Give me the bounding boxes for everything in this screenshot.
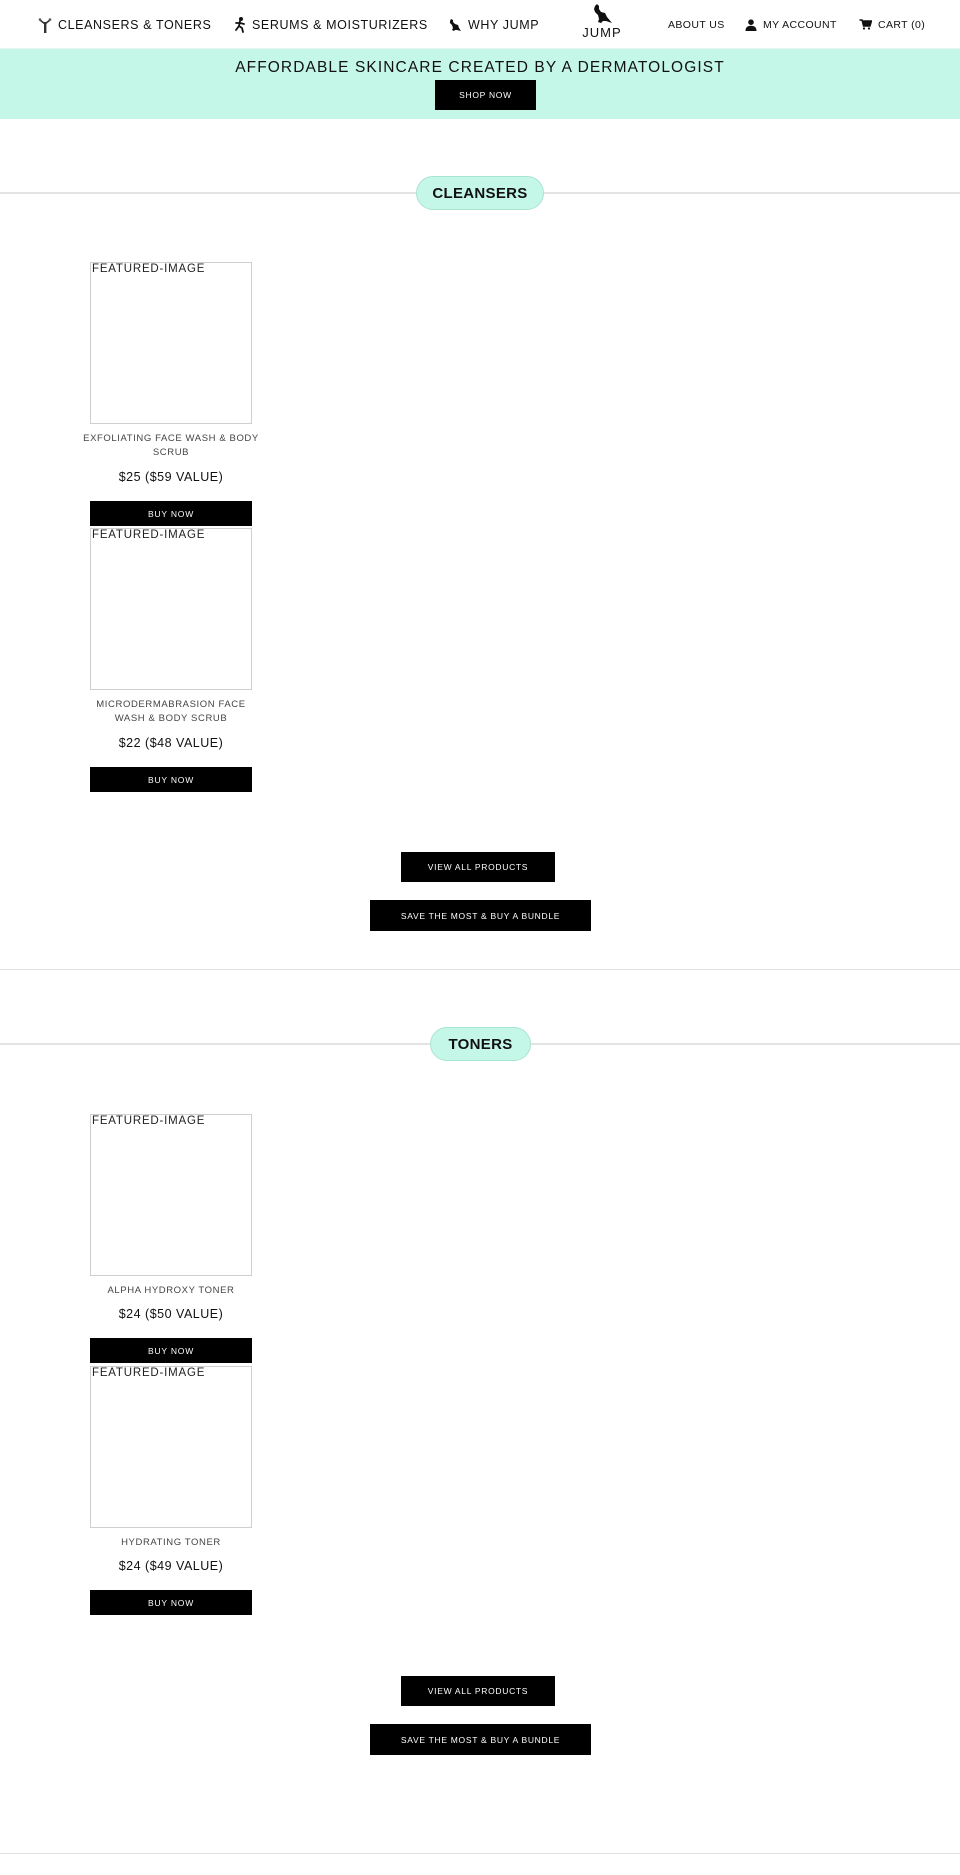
- logo-text: JUMP: [582, 25, 622, 40]
- product-image-label: FEATURED-IMAGE: [92, 529, 206, 541]
- user-icon: [745, 18, 757, 31]
- buy-now-button[interactable]: BUY NOW: [90, 1338, 252, 1363]
- buy-now-button[interactable]: BUY NOW: [90, 767, 252, 792]
- jump-logo[interactable]: JUMP: [578, 4, 626, 46]
- product-price: $24 ($49 VALUE): [118, 1559, 224, 1573]
- product-price: $25 ($59 VALUE): [118, 470, 224, 484]
- buy-now-button[interactable]: BUY NOW: [90, 1590, 252, 1615]
- shop-now-button[interactable]: SHOP NOW: [435, 80, 536, 110]
- runner-icon: [235, 16, 245, 33]
- toners-section-title: TONERS: [430, 1027, 531, 1061]
- product-price: $22 ($48 VALUE): [118, 736, 224, 750]
- promo-title: AFFORDABLE SKINCARE CREATED BY A DERMATO…: [235, 59, 725, 76]
- nav-my-account[interactable]: MY ACCOUNT: [745, 0, 837, 49]
- nav-cleansers-toners-label: CLEANSERS & TONERS: [58, 17, 212, 32]
- section-divider: [0, 969, 960, 970]
- nav-cart-label: CART (0): [878, 18, 926, 31]
- site-header: CLEANSERS & TONERS SERUMS & MOISTURIZERS…: [0, 0, 960, 49]
- view-all-products-button[interactable]: VIEW ALL PRODUCTS: [401, 852, 555, 882]
- buy-bundle-button[interactable]: SAVE THE MOST & BUY A BUNDLE: [370, 900, 591, 931]
- nav-my-account-label: MY ACCOUNT: [763, 18, 837, 31]
- kangaroo-logo-icon: [594, 4, 612, 23]
- product-image[interactable]: FEATURED-IMAGE: [90, 1114, 252, 1276]
- nav-about-us[interactable]: ABOUT US: [668, 0, 725, 49]
- nav-why-jump[interactable]: WHY JUMP: [448, 0, 539, 49]
- kangaroo-icon: [450, 18, 461, 31]
- nav-serums-moisturizers[interactable]: SERUMS & MOISTURIZERS: [234, 0, 428, 49]
- section-divider: [0, 1853, 960, 1854]
- nav-about-us-label: ABOUT US: [668, 18, 725, 31]
- nav-cleansers-toners[interactable]: CLEANSERS & TONERS: [38, 0, 211, 49]
- product-name[interactable]: EXFOLIATING FACE WASH & BODY SCRUB: [82, 432, 260, 460]
- nav-why-jump-label: WHY JUMP: [468, 17, 540, 32]
- nav-cart[interactable]: CART (0): [859, 0, 925, 49]
- bottle-icon: [38, 17, 52, 33]
- product-image[interactable]: FEATURED-IMAGE: [90, 262, 252, 424]
- product-image[interactable]: FEATURED-IMAGE: [90, 528, 252, 690]
- view-all-products-button[interactable]: VIEW ALL PRODUCTS: [401, 1676, 555, 1706]
- nav-serums-moisturizers-label: SERUMS & MOISTURIZERS: [252, 17, 428, 32]
- product-image-label: FEATURED-IMAGE: [92, 1115, 206, 1127]
- product-image-label: FEATURED-IMAGE: [92, 263, 206, 275]
- cart-icon: [859, 19, 872, 30]
- product-price: $24 ($50 VALUE): [118, 1307, 224, 1321]
- product-image[interactable]: FEATURED-IMAGE: [90, 1366, 252, 1528]
- product-name[interactable]: ALPHA HYDROXY TONER: [82, 1284, 260, 1298]
- product-name[interactable]: HYDRATING TONER: [82, 1536, 260, 1550]
- cleansers-section-title: CLEANSERS: [416, 176, 544, 210]
- promo-banner: AFFORDABLE SKINCARE CREATED BY A DERMATO…: [0, 49, 960, 119]
- buy-now-button[interactable]: BUY NOW: [90, 501, 252, 526]
- product-image-label: FEATURED-IMAGE: [92, 1367, 206, 1379]
- product-name[interactable]: MICRODERMABRASION FACE WASH & BODY SCRUB: [82, 698, 260, 726]
- buy-bundle-button[interactable]: SAVE THE MOST & BUY A BUNDLE: [370, 1724, 591, 1755]
